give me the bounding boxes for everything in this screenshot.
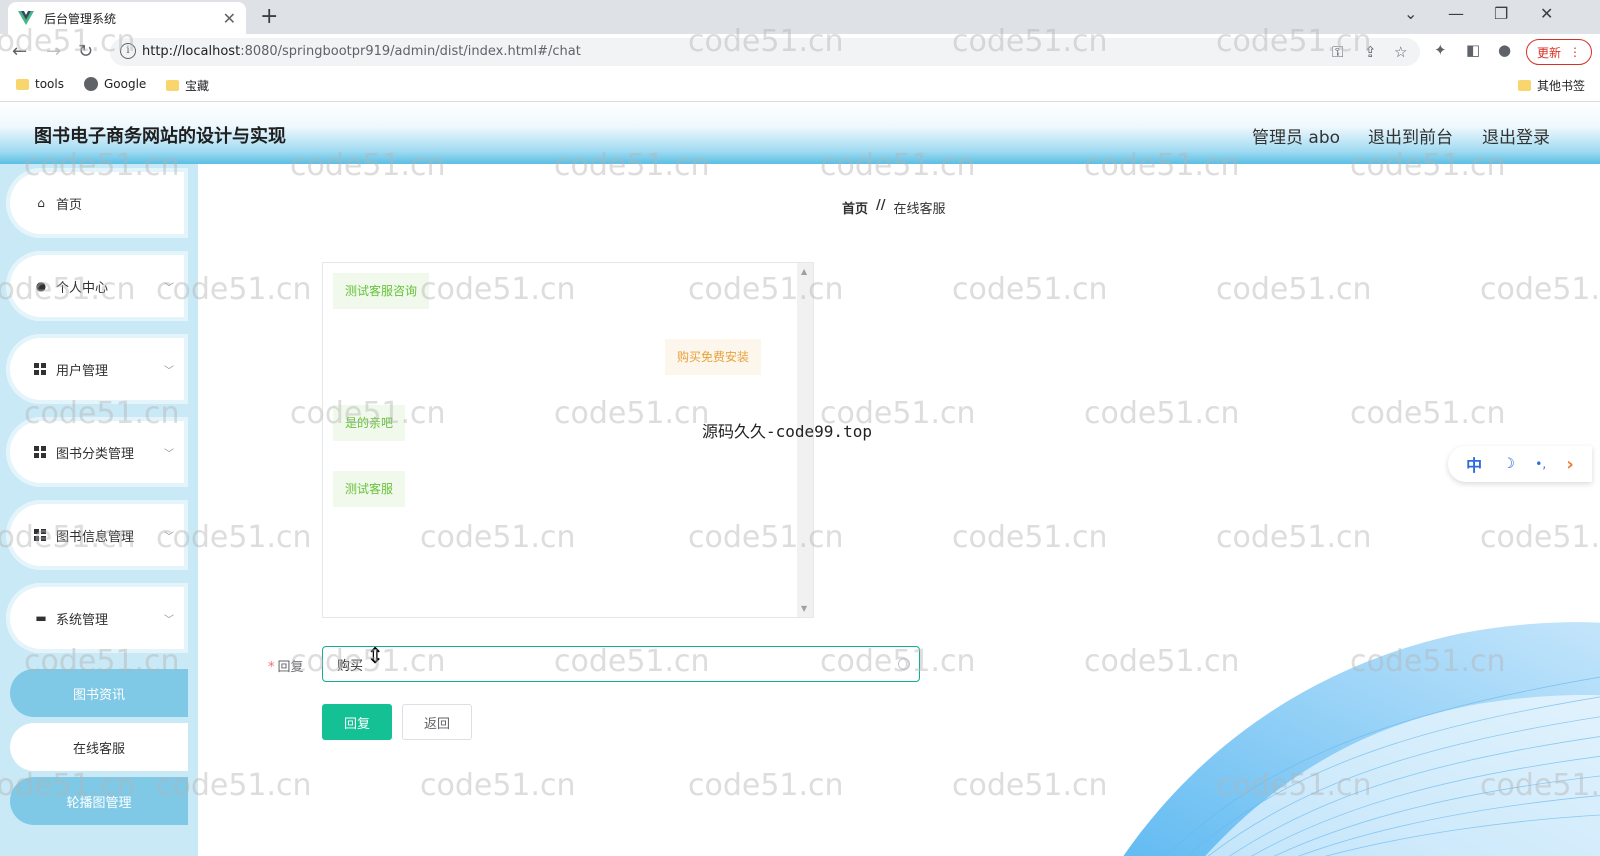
floating-toolbar: 中 ☽ •, › bbox=[1448, 446, 1592, 482]
punctuation-icon[interactable]: •, bbox=[1535, 457, 1546, 471]
sidebar-sub-online-service[interactable]: 在线客服 bbox=[10, 723, 188, 771]
breadcrumb-current: 在线客服 bbox=[893, 202, 946, 217]
logout-link[interactable]: 退出登录 bbox=[1482, 123, 1550, 148]
grid-icon bbox=[34, 529, 46, 541]
reply-label: * 回复 bbox=[268, 660, 304, 675]
tab-title: 后台管理系统 bbox=[44, 11, 117, 26]
address-bar[interactable]: i http://localhost:8080/springbootpr919/… bbox=[110, 38, 1420, 66]
side-panel-icon[interactable]: ◧ bbox=[1466, 41, 1480, 59]
update-button[interactable]: 更新 ⋮ bbox=[1526, 39, 1592, 65]
wave-decoration bbox=[1123, 622, 1600, 856]
moon-icon[interactable]: ☽ bbox=[1502, 456, 1515, 472]
tab-close-icon[interactable]: ✕ bbox=[223, 9, 236, 28]
sidebar-item-users[interactable]: 用户管理 ﹀ bbox=[6, 334, 188, 404]
bookmark-tools[interactable]: tools bbox=[16, 77, 64, 91]
reply-button[interactable]: 回复 bbox=[322, 704, 392, 740]
profile-icon[interactable]: ● bbox=[1498, 41, 1511, 59]
folder-icon bbox=[166, 80, 179, 91]
language-toggle[interactable]: 中 bbox=[1466, 452, 1482, 476]
new-tab-icon[interactable]: + bbox=[260, 4, 278, 29]
sidebar-sub-book-news[interactable]: 图书资讯 bbox=[10, 669, 188, 717]
site-info-icon[interactable]: i bbox=[120, 43, 136, 59]
bookmark-star-icon[interactable]: ☆ bbox=[1394, 43, 1407, 61]
bookmarks-bar: tools Google 宝藏 其他书签 bbox=[0, 70, 1600, 102]
sidebar-item-book-info[interactable]: 图书信息管理 ﹀ bbox=[6, 500, 188, 570]
reload-icon[interactable]: ↻ bbox=[78, 41, 93, 62]
scroll-down-icon[interactable]: ▼ bbox=[801, 604, 807, 613]
scroll-up-icon[interactable]: ▲ bbox=[801, 267, 807, 276]
bookmark-treasure[interactable]: 宝藏 bbox=[166, 77, 209, 94]
sidebar-item-home[interactable]: ⌂ 首页 bbox=[6, 168, 188, 238]
folder-icon bbox=[1518, 80, 1531, 91]
grid-icon bbox=[34, 363, 46, 375]
chevron-down-icon: ﹀ bbox=[164, 532, 174, 543]
text-cursor-icon: ⇕ bbox=[366, 644, 385, 669]
breadcrumb: 首页 // 在线客服 bbox=[842, 198, 946, 217]
browser-tab[interactable]: 后台管理系统 ✕ bbox=[8, 2, 246, 34]
bookmark-google[interactable]: Google bbox=[84, 77, 146, 91]
main-content: 首页 // 在线客服 测试客服咨询 购买免费安装 是的亲吧 测试客服 ▲ ▼ 源… bbox=[198, 164, 1600, 856]
breadcrumb-home[interactable]: 首页 bbox=[842, 198, 868, 217]
sidebar-item-profile[interactable]: ● 个人中心 ﹀ bbox=[6, 251, 188, 321]
home-icon: ⌂ bbox=[37, 196, 45, 210]
sidebar: ⌂ 首页 ● 个人中心 ﹀ 用户管理 ﹀ 图书分类管理 ﹀ 图书信息管理 ﹀ ▬… bbox=[0, 164, 198, 856]
chevron-down-icon: ﹀ bbox=[164, 449, 174, 460]
sidebar-sub-carousel[interactable]: 轮播图管理 bbox=[10, 777, 188, 825]
exit-front-link[interactable]: 退出到前台 bbox=[1368, 123, 1453, 148]
url-text: http://localhost:8080/springbootpr919/ad… bbox=[142, 44, 581, 59]
browser-toolbar: ← → ↻ i http://localhost:8080/springboot… bbox=[0, 34, 1600, 70]
user-icon: ● bbox=[35, 279, 47, 293]
grid-icon bbox=[34, 446, 46, 458]
extensions-icon[interactable]: ✦ bbox=[1434, 41, 1447, 59]
tab-search-icon[interactable]: ⌄ bbox=[1404, 4, 1417, 23]
restore-icon[interactable]: ❐ bbox=[1494, 4, 1508, 23]
clear-icon[interactable] bbox=[898, 658, 910, 670]
app-title: 图书电子商务网站的设计与实现 bbox=[34, 126, 286, 147]
sidebar-item-book-category[interactable]: 图书分类管理 ﹀ bbox=[6, 417, 188, 487]
chat-message: 测试客服 bbox=[333, 471, 406, 507]
bookmark-other[interactable]: 其他书签 bbox=[1518, 77, 1585, 94]
key-icon[interactable]: ⚿ bbox=[1332, 43, 1343, 61]
share-icon[interactable]: ⇪ bbox=[1364, 43, 1377, 61]
app-header: 图书电子商务网站的设计与实现 管理员 abo 退出到前台 退出登录 bbox=[0, 102, 1600, 164]
reply-input[interactable] bbox=[322, 646, 920, 682]
overlay-text: 源码久久-code99.top bbox=[702, 422, 872, 441]
chevron-down-icon: ﹀ bbox=[164, 615, 174, 626]
forward-icon[interactable]: → bbox=[46, 41, 61, 62]
folder-icon bbox=[16, 78, 29, 90]
globe-icon bbox=[84, 77, 98, 91]
vue-logo-icon bbox=[18, 11, 34, 25]
minimize-icon[interactable]: — bbox=[1448, 4, 1464, 23]
browser-tabstrip: 后台管理系统 ✕ + ⌄ — ❐ ✕ bbox=[0, 0, 1600, 34]
chat-message: 购买免费安装 bbox=[665, 339, 762, 375]
chat-message: 测试客服咨询 bbox=[333, 273, 430, 309]
chevron-down-icon: ﹀ bbox=[164, 366, 174, 377]
breadcrumb-separator: // bbox=[876, 198, 886, 213]
chevron-down-icon: ﹀ bbox=[164, 283, 174, 294]
chevron-right-icon[interactable]: › bbox=[1566, 454, 1573, 475]
back-icon[interactable]: ← bbox=[12, 41, 27, 62]
sidebar-item-system[interactable]: ▬ 系统管理 ﹀ bbox=[6, 583, 188, 653]
back-button[interactable]: 返回 bbox=[402, 704, 472, 740]
close-window-icon[interactable]: ✕ bbox=[1540, 4, 1553, 23]
admin-label: 管理员 abo bbox=[1252, 128, 1341, 148]
briefcase-icon: ▬ bbox=[35, 611, 47, 625]
chat-message: 是的亲吧 bbox=[333, 405, 406, 441]
more-menu-icon: ⋮ bbox=[1569, 45, 1581, 59]
